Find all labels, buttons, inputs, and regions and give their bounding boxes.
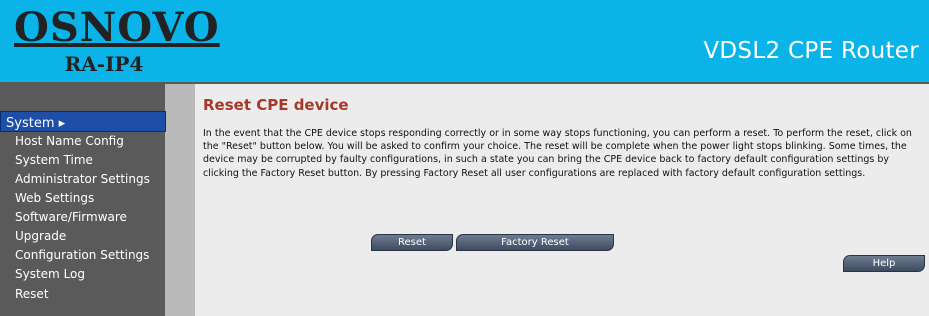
nav-item-administrator-settings[interactable]: Administrator Settings xyxy=(15,171,150,187)
model-name: RA-IP4 xyxy=(64,52,144,76)
sidebar-nav: System ▸ Host Name Config System Time Ad… xyxy=(0,84,166,316)
nav-item-reset[interactable]: Reset xyxy=(15,286,49,302)
nav-item-system-log[interactable]: System Log xyxy=(15,266,85,282)
nav-item-host-name-config[interactable]: Host Name Config xyxy=(15,133,124,149)
help-button[interactable]: Help xyxy=(843,255,925,272)
sidebar: System ▸ Host Name Config System Time Ad… xyxy=(0,84,195,316)
brand-logo: OSNOVO RA-IP4 xyxy=(14,4,220,77)
factory-reset-button[interactable]: Factory Reset xyxy=(456,234,614,251)
nav-item-system-time[interactable]: System Time xyxy=(15,152,93,168)
nav-item-configuration-settings[interactable]: Configuration Settings xyxy=(15,247,149,263)
page-title: Reset CPE device xyxy=(203,96,349,114)
nav-section-label: System ▸ xyxy=(6,116,66,131)
product-title: VDSL2 CPE Router xyxy=(703,38,919,64)
brand-name: OSNOVO xyxy=(14,4,220,51)
page-description: In the event that the CPE device stops r… xyxy=(203,128,912,179)
nav-item-web-settings[interactable]: Web Settings xyxy=(15,190,94,206)
header-banner: OSNOVO RA-IP4 VDSL2 CPE Router xyxy=(0,0,929,84)
nav-item-upgrade[interactable]: Upgrade xyxy=(15,228,66,244)
nav-section-system[interactable]: System ▸ xyxy=(0,111,166,132)
main-content: Reset CPE device In the event that the C… xyxy=(195,84,929,316)
reset-button[interactable]: Reset xyxy=(371,234,453,251)
nav-item-software-firmware[interactable]: Software/Firmware xyxy=(15,209,127,225)
